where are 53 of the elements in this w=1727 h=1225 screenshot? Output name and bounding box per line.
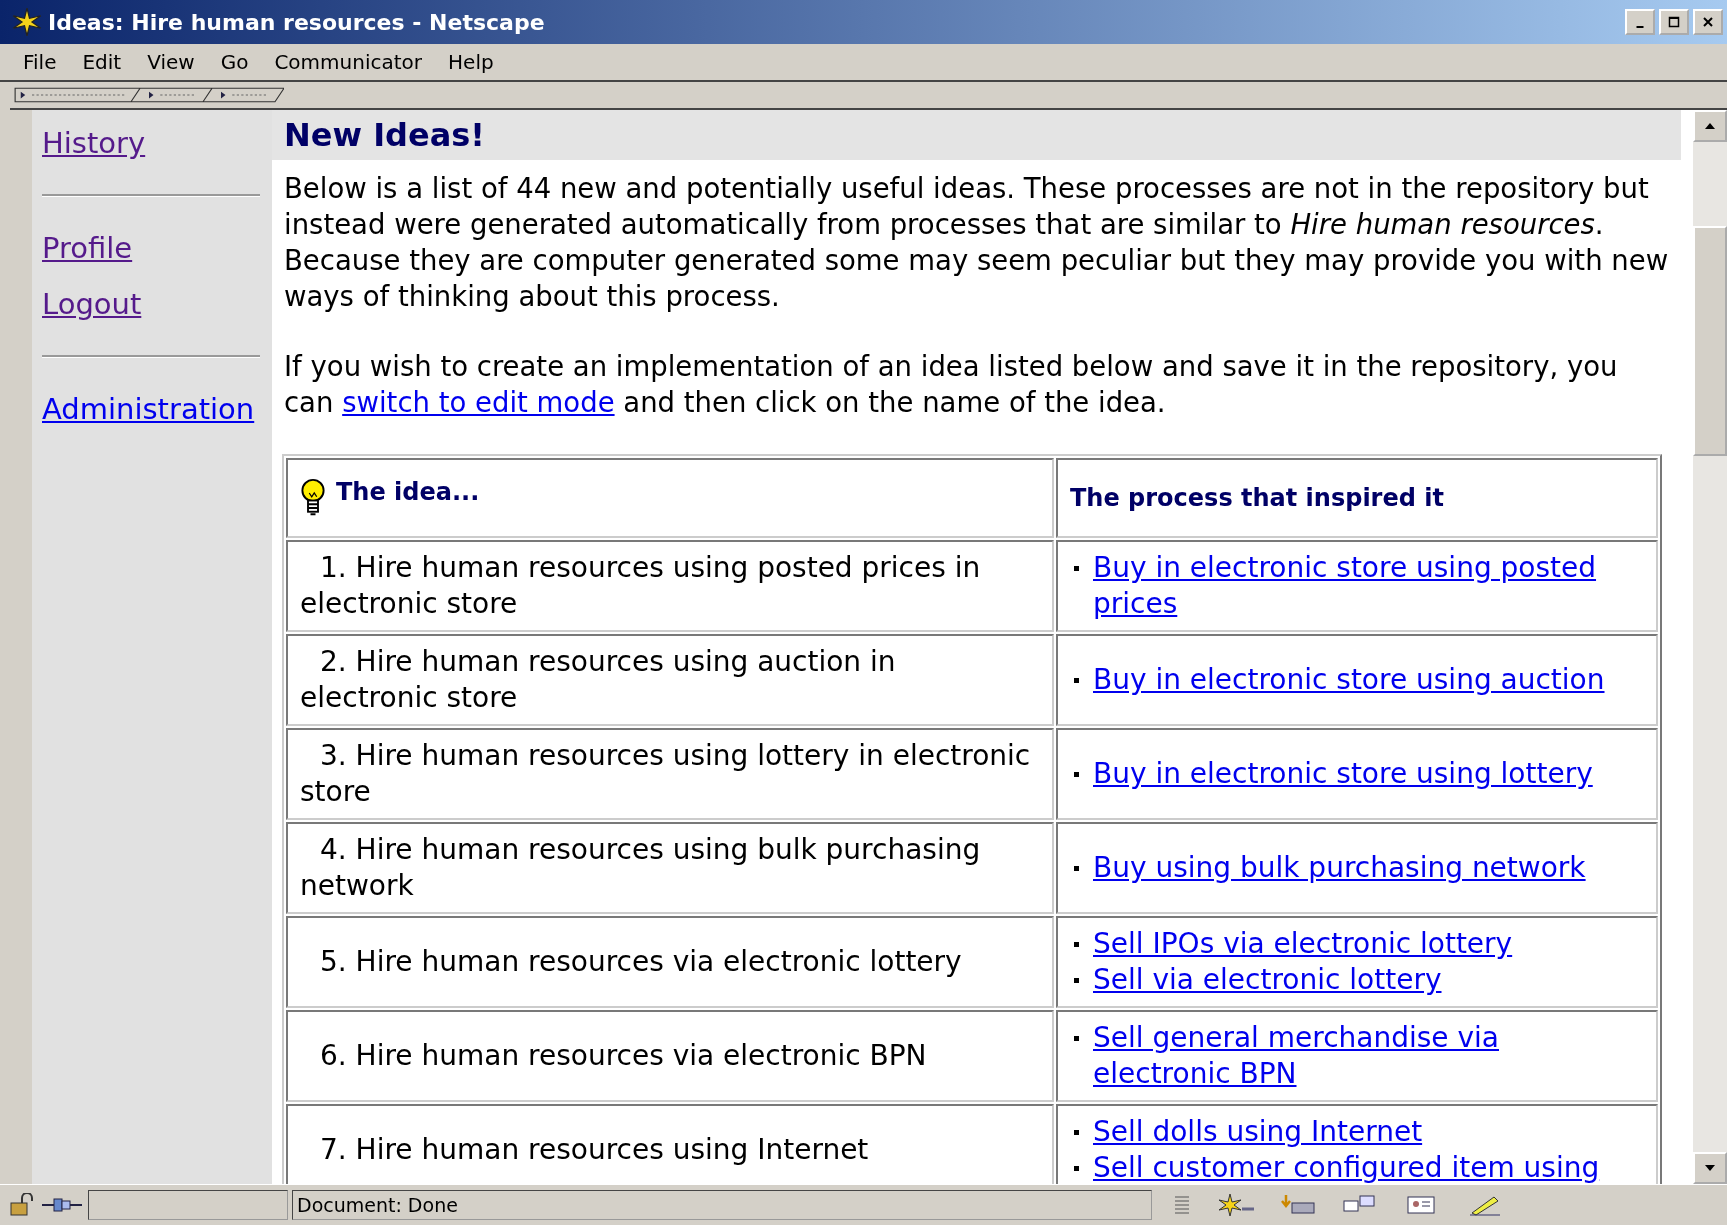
bullet-icon xyxy=(1074,1166,1079,1171)
process-link[interactable]: Sell via electronic lottery xyxy=(1093,962,1442,998)
close-button[interactable] xyxy=(1693,9,1723,35)
idea-cell: 3. Hire human resources using lottery in electronic store xyxy=(286,728,1054,820)
process-link[interactable]: Sell IPOs via electronic lottery xyxy=(1093,926,1513,962)
collapsed-toolbars-drawing[interactable] xyxy=(14,87,284,103)
process-link[interactable]: Sell dolls using Internet xyxy=(1093,1114,1423,1150)
scroll-up-button[interactable] xyxy=(1693,110,1727,142)
idea-cell: 7. Hire human resources using Internet xyxy=(286,1104,1054,1184)
bullet-icon xyxy=(1074,772,1079,777)
scroll-thumb[interactable] xyxy=(1693,226,1727,456)
sidebar-link[interactable]: Profile xyxy=(42,231,133,265)
idea-cell: 1. Hire human resources using posted prices in electronic store xyxy=(286,540,1054,632)
status-text: Document: Done xyxy=(292,1190,1152,1220)
up-arrow-icon xyxy=(1705,123,1715,129)
table-header-cell: The idea... xyxy=(286,458,1054,538)
bullet-icon xyxy=(1074,678,1079,683)
table-header-cell: The process that inspired it xyxy=(1056,458,1658,538)
idea-cell: 5. Hire human resources via electronic lottery xyxy=(286,916,1054,1008)
menu-item[interactable]: Edit xyxy=(69,48,135,76)
vertical-scrollbar[interactable] xyxy=(1693,110,1727,1184)
padlock-icon[interactable] xyxy=(8,1193,36,1217)
edit-note-paragraph: If you wish to create an implementation of an idea listed below and save it in the repository, you can switch to edit mode and then click on the name of the idea. xyxy=(284,349,1619,420)
bullet-icon xyxy=(1074,1036,1079,1041)
bullet-icon xyxy=(1074,978,1079,983)
window-title: Ideas: Hire human resources - Netscape xyxy=(48,9,545,35)
intro-paragraph: Below is a list of 44 new and potentially useful ideas. These processes are not in the repository but instead were generated automatically from processes that are similar to Hire human resources. Because they are computer generated some may seem peculiar but they may provide you with new ways of thinking about this process. xyxy=(284,171,1669,314)
sidebar-link[interactable]: History xyxy=(42,126,146,160)
menu-item[interactable]: File xyxy=(10,48,70,76)
bullet-icon xyxy=(1074,566,1079,571)
close-icon xyxy=(1702,16,1714,28)
bullet-icon xyxy=(1074,942,1079,947)
down-arrow-icon xyxy=(1705,1165,1715,1171)
sidebar-link[interactable]: Administration xyxy=(42,392,255,426)
idea-cell: 2. Hire human resources using auction in electronic store xyxy=(286,634,1054,726)
process-link[interactable]: Sell customer configured item using xyxy=(1093,1150,1600,1184)
page-heading: New Ideas! xyxy=(272,110,1681,160)
star-icon xyxy=(12,7,42,37)
maximize-icon xyxy=(1668,16,1680,28)
idea-cell: 6. Hire human resources via electronic BPN xyxy=(286,1010,1054,1102)
menu-item[interactable]: Help xyxy=(435,48,507,76)
bullet-icon xyxy=(1074,1130,1079,1135)
menu-item[interactable]: Communicator xyxy=(261,48,436,76)
scroll-down-button[interactable] xyxy=(1693,1152,1727,1184)
idea-cell: 4. Hire human resources using bulk purchasing network xyxy=(286,822,1054,914)
bullet-icon xyxy=(1074,866,1079,871)
lightbulb-icon xyxy=(300,478,326,518)
menu-item[interactable]: Go xyxy=(207,48,262,76)
menu-item[interactable]: View xyxy=(134,48,208,76)
minimize-icon xyxy=(1636,26,1644,28)
edit-mode-link[interactable]: switch to edit mode xyxy=(342,386,615,418)
maximize-button[interactable] xyxy=(1659,9,1689,35)
sidebar-link[interactable]: Logout xyxy=(42,287,142,321)
